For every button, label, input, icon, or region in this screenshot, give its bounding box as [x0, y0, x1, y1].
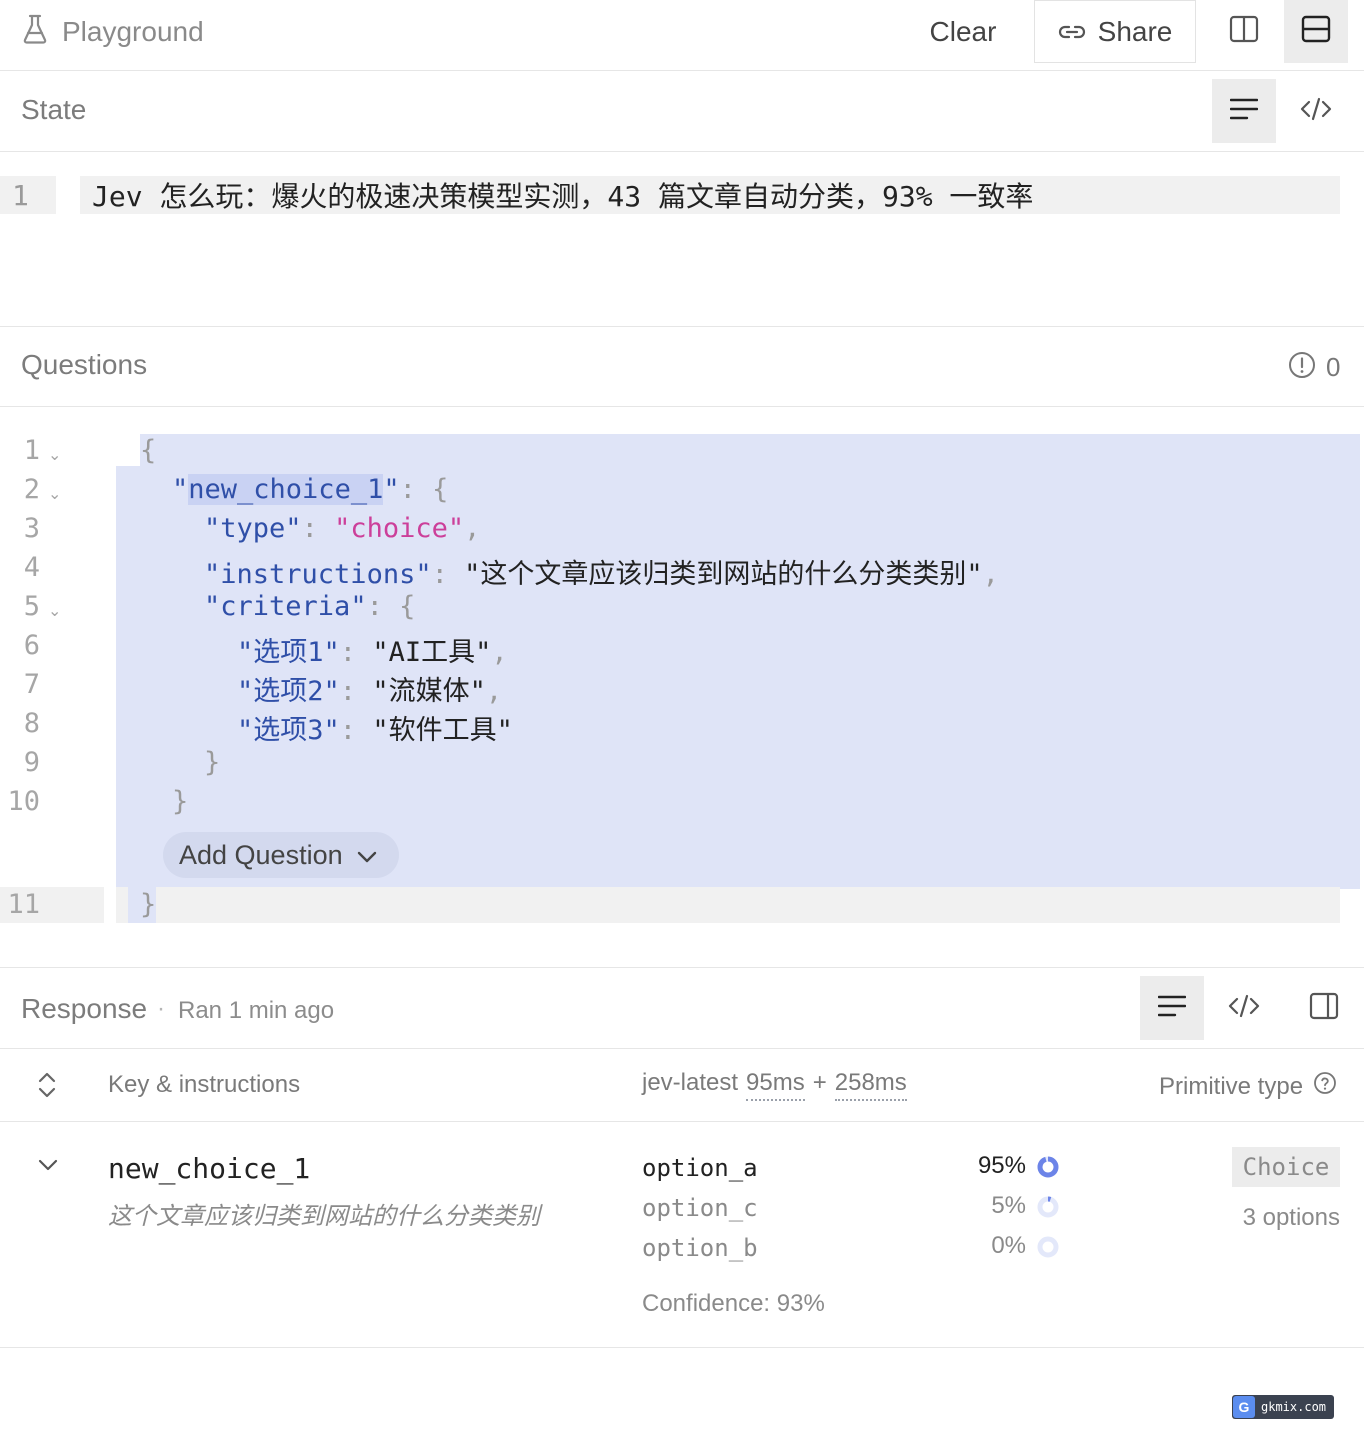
line-number: 11 [7, 889, 40, 920]
columns-icon [1229, 14, 1259, 49]
code-line-1: { [140, 435, 157, 466]
options-count: 3 options [1242, 1204, 1340, 1231]
option-label: option_a [642, 1154, 758, 1182]
response-side-panel-button[interactable] [1292, 976, 1356, 1040]
questions-header: Questions 0 [0, 327, 1364, 407]
code-line-9: } [204, 747, 221, 778]
expand-collapse-all-icon[interactable] [36, 1071, 58, 1104]
sidebar-right-icon [1309, 992, 1339, 1025]
column-model: jev-latest 95ms + 258ms [642, 1069, 907, 1101]
option-percent: 0% [991, 1232, 1026, 1259]
questions-editor[interactable]: 1 2 3 4 5 6 7 8 9 10 11 ⌄ ⌄ ⌄ { "new_cho… [0, 407, 1364, 968]
top-bar: Playground Clear Share [0, 0, 1364, 71]
line-number: 7 [23, 669, 40, 700]
share-label: Share [1097, 15, 1173, 47]
model-name: jev-latest [642, 1069, 739, 1096]
code-icon [1228, 994, 1260, 1023]
response-title: Response [21, 993, 148, 1024]
latency-plus: + [812, 1069, 827, 1096]
line-number: 9 [23, 747, 40, 778]
chevron-down-icon [357, 840, 377, 871]
code-line-4: "instructions": "这个文章应该归类到网站的什么分类类别", [204, 559, 999, 590]
type-badge: Choice [1232, 1147, 1340, 1187]
response-header: Response · Ran 1 min ago [0, 969, 1364, 1049]
column-key-instructions: Key & instructions [108, 1071, 301, 1098]
align-left-icon [1229, 98, 1259, 125]
response-instructions: 这个文章应该归类到网站的什么分类类别 [108, 1203, 540, 1230]
progress-ring-track [1037, 1236, 1059, 1258]
primitive-type-label: Primitive type [1159, 1072, 1304, 1100]
code-icon [1300, 97, 1332, 126]
alert-circle-icon [1288, 351, 1316, 384]
latency-first[interactable]: 95ms [746, 1069, 805, 1101]
response-table-header: Key & instructions jev-latest 95ms + 258… [0, 1049, 1364, 1122]
code-line-7: "选项2": "流媒体", [237, 676, 503, 707]
code-line-10: } [172, 786, 189, 817]
align-left-icon [1157, 995, 1187, 1022]
line-number: 6 [23, 630, 40, 661]
line-number: 2 [23, 474, 40, 505]
line-number: 1 [23, 435, 40, 466]
watermark-logo-icon: G [1233, 1396, 1255, 1418]
fold-chevron-icon[interactable]: ⌄ [48, 445, 61, 465]
code-line-3: "type": "choice", [204, 513, 481, 544]
response-code-view-button[interactable] [1212, 976, 1276, 1040]
help-circle-icon[interactable] [1313, 1071, 1337, 1102]
watermark: G gkmix.com [1232, 1395, 1335, 1419]
fold-chevron-icon[interactable]: ⌄ [48, 484, 61, 504]
flask-icon [22, 14, 48, 51]
progress-ring-fill [1037, 1156, 1059, 1178]
response-row: new_choice_1 这个文章应该归类到网站的什么分类类别 option_a… [0, 1122, 1364, 1348]
issues-indicator[interactable]: 0 [1288, 351, 1340, 384]
selection-start-gap [116, 434, 140, 466]
state-line-text[interactable]: Jev 怎么玩：爆火的极速决策模型实测，43 篇文章自动分类，93% 一致率 [80, 176, 1340, 214]
state-text-view-button[interactable] [1212, 79, 1276, 143]
line-number: 3 [23, 513, 40, 544]
option-label: option_c [642, 1194, 758, 1222]
watermark-text: gkmix.com [1261, 1400, 1327, 1414]
response-text-view-button[interactable] [1140, 976, 1204, 1040]
code-line-11: } [140, 889, 157, 920]
progress-ring-icon [1037, 1156, 1059, 1178]
code-line-5: "criteria": { [204, 591, 416, 622]
line-number: 5 [23, 591, 40, 622]
state-editor[interactable]: 1 Jev 怎么玩：爆火的极速决策模型实测，43 篇文章自动分类，93% 一致率 [0, 152, 1364, 327]
response-key: new_choice_1 [108, 1152, 311, 1185]
code-line-6: "选项1": "AI工具", [237, 637, 508, 668]
line-number: 10 [7, 786, 40, 817]
split-vertical-button[interactable] [1284, 0, 1348, 63]
split-horizontal-button[interactable] [1212, 0, 1276, 63]
state-code-view-button[interactable] [1284, 79, 1348, 143]
line-number: 4 [23, 552, 40, 583]
clear-button[interactable]: Clear [912, 6, 1014, 58]
app-title: Playground [22, 12, 204, 52]
fold-chevron-icon[interactable]: ⌄ [48, 601, 61, 621]
issues-count: 0 [1326, 352, 1341, 382]
separator-dot: · [157, 995, 165, 1022]
confidence-text: Confidence: 93% [642, 1290, 825, 1317]
code-line-8: "选项3": "软件工具" [237, 715, 513, 746]
state-header: State [0, 72, 1364, 152]
questions-title: Questions [21, 349, 148, 380]
share-button[interactable]: Share [1034, 0, 1196, 63]
code-line-2: "new_choice_1": { [172, 474, 449, 505]
progress-ring-icon [1037, 1196, 1059, 1218]
state-line-number: 1 [0, 176, 56, 214]
column-primitive-type: Primitive type [1159, 1071, 1337, 1102]
ran-time: Ran 1 min ago [178, 997, 335, 1024]
active-line [116, 887, 1340, 923]
latency-second[interactable]: 258ms [834, 1069, 907, 1101]
link-icon [1058, 16, 1086, 48]
line-number: 8 [23, 708, 40, 739]
add-question-button[interactable]: Add Question [163, 832, 399, 878]
progress-ring-icon [1037, 1236, 1059, 1258]
option-percent: 95% [977, 1152, 1026, 1179]
option-percent: 5% [991, 1192, 1026, 1219]
add-question-label: Add Question [179, 839, 343, 870]
option-label: option_b [642, 1234, 758, 1262]
app-title-label: Playground [62, 16, 204, 47]
rows-icon [1301, 14, 1331, 49]
state-title: State [21, 94, 87, 125]
row-chevron-down-icon[interactable] [38, 1158, 58, 1177]
